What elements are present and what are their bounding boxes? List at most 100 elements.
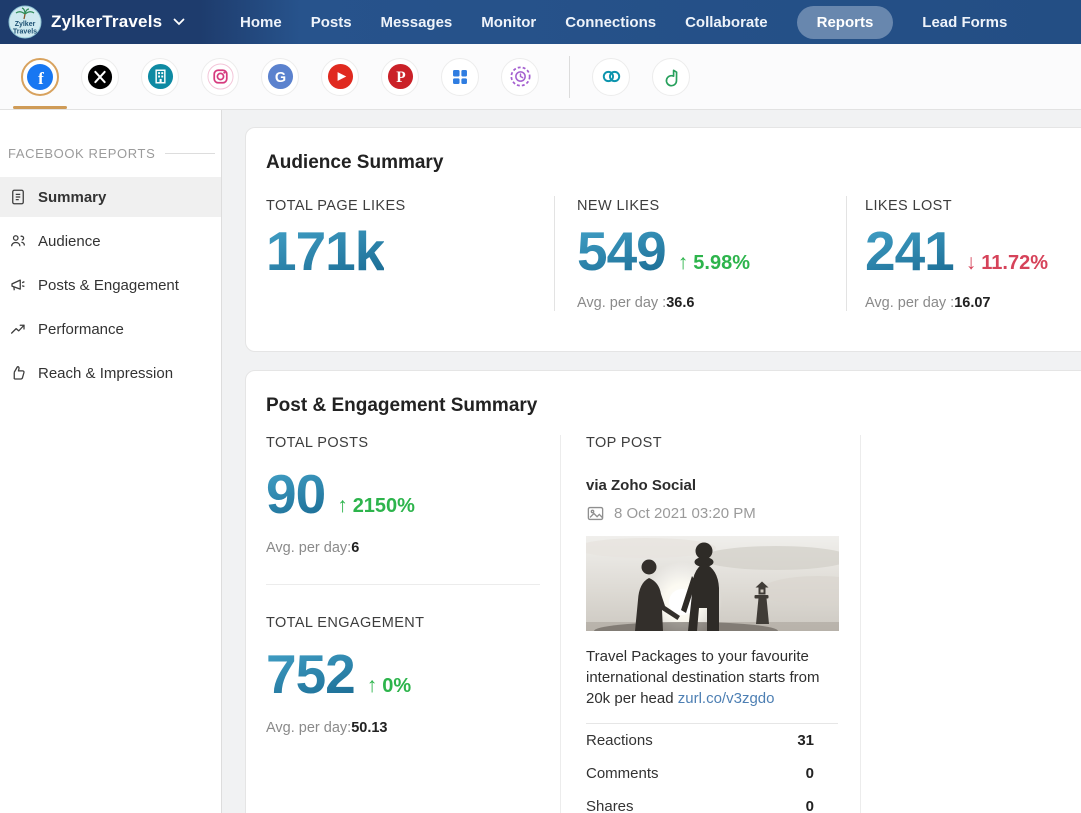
change-badge-positive: ↑ 0% <box>367 674 411 698</box>
sidebar-item-reach-impression[interactable]: Reach & Impression <box>0 353 221 393</box>
account-switcher[interactable]: Zylker Travels ZylkerTravels <box>0 5 222 39</box>
section-title-divider <box>165 153 215 154</box>
nav-item-connections[interactable]: Connections <box>565 14 656 31</box>
x-twitter-icon <box>87 64 113 90</box>
channel-instagram[interactable] <box>201 58 239 96</box>
selected-channel-underline <box>13 106 67 109</box>
stat-value: 0 <box>806 765 838 782</box>
top-post-label: TOP POST <box>586 435 838 451</box>
svg-text:f: f <box>38 69 44 88</box>
up-arrow-icon: ↑ <box>678 251 689 275</box>
nav-item-monitor[interactable]: Monitor <box>481 14 536 31</box>
stat-row-reactions: Reactions 31 <box>586 724 838 757</box>
people-icon <box>9 232 27 250</box>
metric-total-engagement: TOTAL ENGAGEMENT 752 ↑ 0% Avg. per day:5… <box>266 615 542 736</box>
channel-purple-dial[interactable] <box>501 58 539 96</box>
avg-per-day: Avg. per day :16.07 <box>865 295 1081 311</box>
svg-text:P: P <box>396 69 405 86</box>
nav-item-collaborate[interactable]: Collaborate <box>685 14 768 31</box>
channel-pinterest[interactable]: P <box>381 58 419 96</box>
stat-row-shares: Shares 0 <box>586 790 838 813</box>
photo-icon <box>586 504 605 523</box>
sidebar-item-summary[interactable]: Summary <box>0 177 221 217</box>
svg-text:Travels: Travels <box>13 29 37 36</box>
stat-label: Comments <box>586 765 659 782</box>
channel-x-twitter[interactable] <box>81 58 119 96</box>
svg-text:Zylker: Zylker <box>15 21 36 28</box>
metric-label: TOTAL POSTS <box>266 435 542 451</box>
metric-label: NEW LIKES <box>577 198 846 214</box>
audience-summary-card: Audience Summary TOTAL PAGE LIKES 171k N… <box>245 127 1081 352</box>
top-post-stats: Reactions 31 Comments 0 Shares 0 <box>586 723 838 813</box>
nav-item-messages[interactable]: Messages <box>381 14 453 31</box>
trend-up-icon <box>9 320 27 338</box>
metric-likes-lost: LIKES LOST 241 ↓ 11.72% Avg. per day :16… <box>846 196 1081 311</box>
green-chart-icon <box>658 64 684 90</box>
document-icon <box>9 188 27 206</box>
avg-per-day: Avg. per day :36.6 <box>577 295 846 311</box>
nav-item-reports[interactable]: Reports <box>797 6 894 39</box>
sidebar-item-performance[interactable]: Performance <box>0 309 221 349</box>
channel-google-my-business[interactable]: G <box>261 58 299 96</box>
channel-green-chart[interactable] <box>652 58 690 96</box>
metric-value: 171k <box>266 224 384 279</box>
change-badge-positive: ↑ 2150% <box>337 494 415 518</box>
post-engagement-row: TOTAL POSTS 90 ↑ 2150% Avg. per day:6 <box>266 435 1081 813</box>
audience-metrics-row: TOTAL PAGE LIKES 171k NEW LIKES 549 ↑ 5.… <box>266 196 1081 311</box>
report-content: Audience Summary TOTAL PAGE LIKES 171k N… <box>222 110 1081 813</box>
change-percent: 2150% <box>353 495 415 518</box>
change-badge-positive: ↑ 5.98% <box>678 251 750 275</box>
top-post-date-row: 8 Oct 2021 03:20 PM <box>586 504 838 523</box>
account-name: ZylkerTravels <box>51 12 162 32</box>
chevron-down-icon <box>173 18 185 26</box>
zoho-rings-icon <box>598 63 625 90</box>
sidebar-item-audience[interactable]: Audience <box>0 221 221 261</box>
avg-per-day: Avg. per day:50.13 <box>266 720 542 736</box>
nav-item-posts[interactable]: Posts <box>311 14 352 31</box>
metric-new-likes: NEW LIKES 549 ↑ 5.98% Avg. per day :36.6 <box>554 196 846 311</box>
up-arrow-icon: ↑ <box>367 674 378 698</box>
brand-logo: Zylker Travels <box>8 5 42 39</box>
page-body: FACEBOOK REPORTS Summary Audience Posts … <box>0 110 1081 813</box>
metric-value: 549 <box>577 224 666 279</box>
sidebar-section-header: FACEBOOK REPORTS <box>8 146 215 161</box>
sidebar-item-label: Audience <box>38 233 101 250</box>
change-percent: 11.72% <box>981 252 1048 275</box>
thumbs-up-icon <box>9 364 27 382</box>
stat-value: 0 <box>806 798 838 813</box>
channel-youtube[interactable] <box>321 58 359 96</box>
top-post-date: 8 Oct 2021 03:20 PM <box>614 505 756 522</box>
channel-facebook[interactable]: f <box>21 58 59 96</box>
channel-zoho-rings[interactable] <box>592 58 630 96</box>
posts-stats-column: TOTAL POSTS 90 ↑ 2150% Avg. per day:6 <box>266 435 561 813</box>
purple-dial-icon <box>507 63 534 90</box>
top-post-image[interactable] <box>586 536 839 631</box>
sidebar-item-label: Posts & Engagement <box>38 277 179 294</box>
metric-value: 90 <box>266 467 325 522</box>
instagram-icon <box>207 63 234 90</box>
avg-per-day: Avg. per day:6 <box>266 540 542 556</box>
top-post-column: TOP POST via Zoho Social 8 Oct 2021 03:2… <box>561 435 861 813</box>
horizontal-divider <box>266 584 540 585</box>
card-title-audience: Audience Summary <box>266 152 1081 174</box>
sidebar-item-posts-engagement[interactable]: Posts & Engagement <box>0 265 221 305</box>
channel-linkedin-company[interactable] <box>141 58 179 96</box>
post-link[interactable]: zurl.co/v3zgdo <box>678 690 775 707</box>
metric-label: TOTAL ENGAGEMENT <box>266 615 542 631</box>
megaphone-icon <box>9 276 27 294</box>
tile-grid-icon <box>447 64 473 90</box>
down-arrow-icon: ↓ <box>966 251 977 275</box>
top-post-source: via Zoho Social <box>586 477 838 494</box>
metric-total-page-likes: TOTAL PAGE LIKES 171k <box>266 196 554 311</box>
channel-tile-grid[interactable] <box>441 58 479 96</box>
nav-item-lead-forms[interactable]: Lead Forms <box>922 14 1007 31</box>
top-navbar: Zylker Travels ZylkerTravels Home Posts … <box>0 0 1081 44</box>
post-engagement-card: Post & Engagement Summary TOTAL POSTS 90… <box>245 370 1081 813</box>
sidebar-item-label: Performance <box>38 321 124 338</box>
nav-item-home[interactable]: Home <box>240 14 282 31</box>
metric-label: TOTAL PAGE LIKES <box>266 198 554 214</box>
stat-label: Reactions <box>586 732 653 749</box>
card-title-posts: Post & Engagement Summary <box>266 395 1081 417</box>
pinterest-icon: P <box>387 63 414 90</box>
top-post-caption: Travel Packages to your favourite intern… <box>586 646 839 709</box>
